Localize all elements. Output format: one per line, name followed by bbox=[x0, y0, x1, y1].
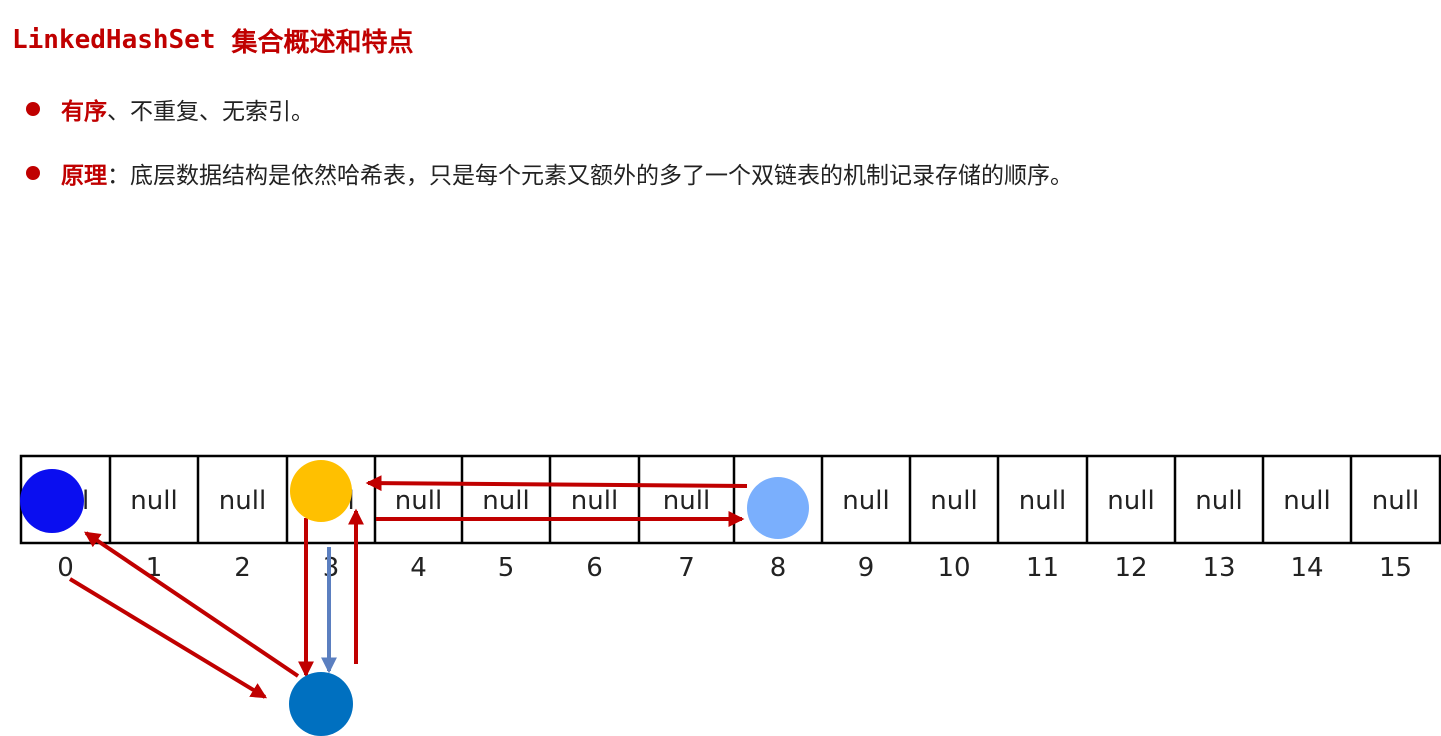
array-cell-value: null bbox=[842, 486, 889, 516]
array-cell-value: null bbox=[663, 486, 710, 516]
node-chained bbox=[289, 672, 353, 736]
array-cell-value: null bbox=[219, 486, 266, 516]
array-cell-value: null bbox=[1107, 486, 1154, 516]
array-index-label: 7 bbox=[678, 553, 695, 583]
array-cell-value: null bbox=[571, 486, 618, 516]
linked-hashset-diagram: null null null null null null null null null null… bbox=[19, 454, 1441, 736]
node-bucket-8 bbox=[747, 477, 809, 539]
array-index-label: 5 bbox=[498, 553, 515, 583]
array-index-labels: 0123456789101112131415 bbox=[57, 553, 1412, 583]
array-index-label: 15 bbox=[1379, 553, 1412, 583]
array-index-label: 14 bbox=[1290, 553, 1323, 583]
array-index-label: 4 bbox=[410, 553, 427, 583]
array-index-label: 8 bbox=[770, 553, 787, 583]
array-cell-value: null bbox=[395, 486, 442, 516]
array-index-label: 13 bbox=[1202, 553, 1235, 583]
array-index-label: 6 bbox=[586, 553, 603, 583]
array-index-label: 9 bbox=[858, 553, 875, 583]
array-cell-value: null bbox=[930, 486, 977, 516]
array-cell-value: null bbox=[1283, 486, 1330, 516]
array-cell-values: null null null null null null null null null null… bbox=[42, 486, 1419, 516]
array-cell-value: null bbox=[130, 486, 177, 516]
node-bucket-0 bbox=[20, 469, 84, 533]
array-cell-value: null bbox=[1372, 486, 1419, 516]
array-cell-value: null bbox=[1195, 486, 1242, 516]
array-cell-value: null bbox=[482, 486, 529, 516]
node-bucket-3 bbox=[290, 460, 352, 522]
array-index-label: 12 bbox=[1114, 553, 1147, 583]
array-index-label: 11 bbox=[1026, 553, 1059, 583]
arrow-0-to-chain bbox=[68, 577, 268, 699]
array-index-label: 10 bbox=[937, 553, 970, 583]
array-cell-value: null bbox=[1019, 486, 1066, 516]
array-index-label: 2 bbox=[234, 553, 251, 583]
